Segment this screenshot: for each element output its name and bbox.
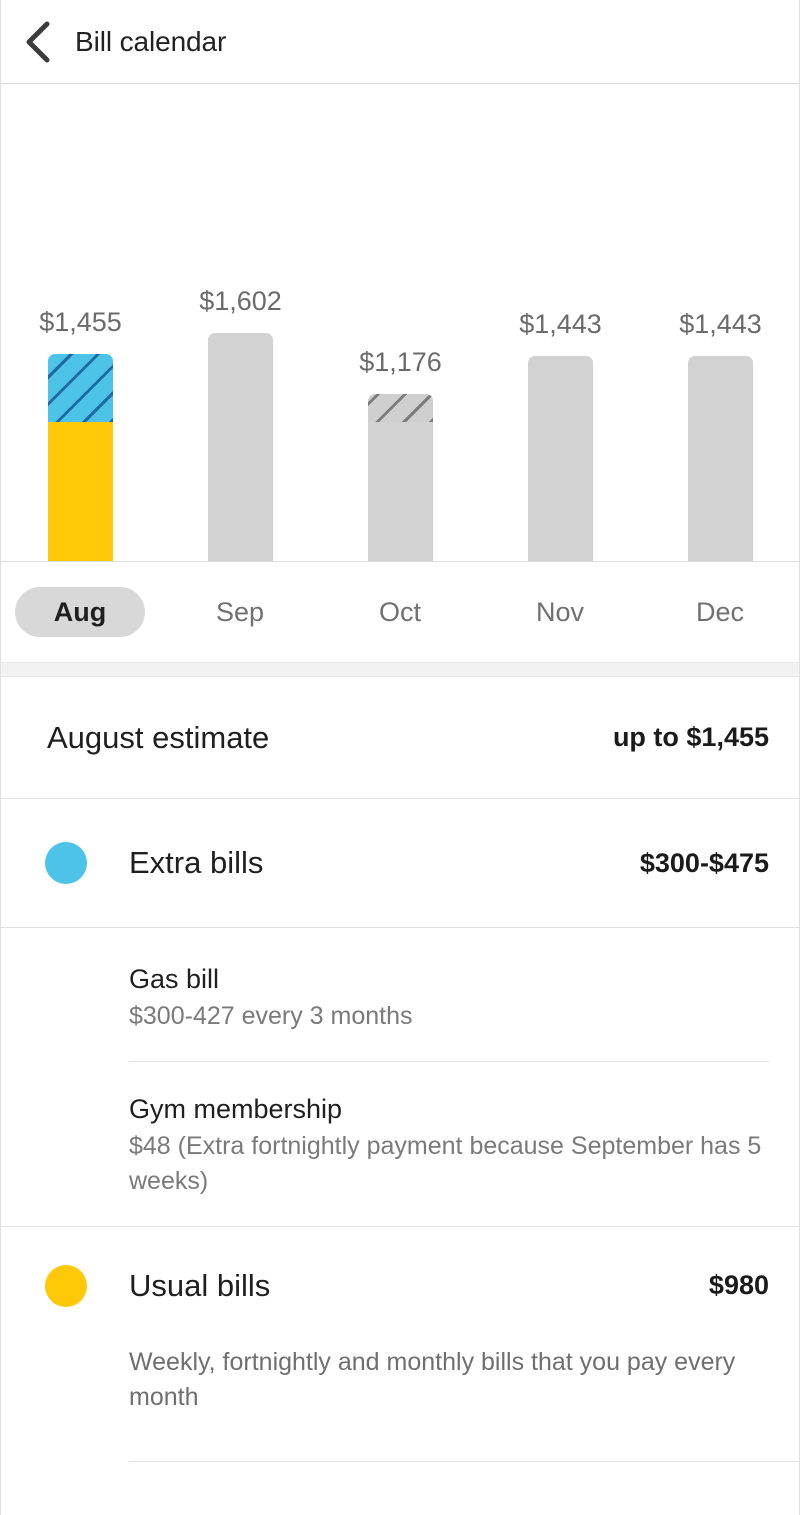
- extra-bills-list: Gas bill $300-427 every 3 months Gym membe…: [1, 928, 799, 1227]
- extra-bills-title: Extra bills: [129, 845, 264, 880]
- bar-oct[interactable]: [368, 394, 433, 561]
- usual-bills-amount: $980: [708, 1270, 769, 1301]
- bar-segment-usual-dec: [688, 356, 753, 561]
- usual-bills-title: Usual bills: [129, 1267, 271, 1303]
- bar-aug[interactable]: [48, 354, 113, 561]
- bill-name: Gas bill: [129, 964, 220, 994]
- month-tab-bar: Aug Sep Oct Nov Dec: [1, 562, 799, 661]
- app-header: Bill calendar: [1, 0, 799, 84]
- usual-bills-divider: [129, 1460, 799, 1462]
- chevron-left-icon: [23, 20, 53, 64]
- month-tab-dec[interactable]: Dec: [665, 587, 775, 637]
- bar-group-dec[interactable]: $1,443: [679, 83, 762, 561]
- bar-segment-usual-nov: [528, 356, 593, 561]
- bill-chart-card: $1,455 $1,602 $1,176 $1,443 $1,443 Aug Sep Oct…: [1, 84, 799, 662]
- month-tab-oct[interactable]: Oct: [345, 587, 455, 637]
- usual-bills-color-dot-icon: [45, 1264, 87, 1307]
- bar-sep[interactable]: [208, 333, 273, 561]
- usual-bills-block: Usual bills $980 Weekly, fortnightly and…: [1, 1226, 799, 1462]
- bar-group-aug[interactable]: $1,455: [39, 83, 122, 561]
- bar-value-label-dec: $1,443: [679, 309, 762, 339]
- bar-segment-usual-aug: [48, 422, 113, 561]
- list-item[interactable]: Gym membership $48 (Extra fortnightly pay…: [129, 1060, 769, 1200]
- bar-segment-usual-sep: [208, 333, 273, 561]
- back-button[interactable]: [1, 0, 75, 84]
- bar-group-oct[interactable]: $1,176: [359, 83, 442, 561]
- extra-bills-row[interactable]: Extra bills $300-$475: [1, 799, 799, 928]
- bill-name: Gym membership: [129, 1093, 343, 1124]
- usual-bills-description: Weekly, fortnightly and monthly bills th…: [129, 1347, 736, 1411]
- estimate-label: August estimate: [47, 719, 270, 755]
- month-tab-nov[interactable]: Nov: [505, 587, 615, 637]
- bar-value-label-aug: $1,455: [39, 307, 122, 337]
- bar-segment-usual-oct: [368, 422, 433, 561]
- bar-segment-extra-oct: [368, 394, 433, 422]
- bill-detail: $300-427 every 3 months: [129, 1002, 413, 1031]
- bar-value-label-oct: $1,176: [359, 347, 442, 377]
- bar-dec[interactable]: [688, 356, 753, 561]
- bar-value-label-nov: $1,443: [519, 309, 602, 339]
- estimate-row: August estimate up to $1,455: [1, 677, 799, 799]
- bar-group-nov[interactable]: $1,443: [519, 83, 602, 561]
- month-tab-aug[interactable]: Aug: [15, 587, 145, 637]
- bill-detail: $48 (Extra fortnightly payment because S…: [129, 1131, 762, 1196]
- extra-bills-color-dot-icon: [45, 842, 87, 884]
- page-title: Bill calendar: [75, 25, 227, 57]
- bill-calendar-screen: Bill calendar $1,455 $1,602 $1,176 $1,443 $1…: [0, 0, 800, 1515]
- bar-segment-extra-aug: [48, 354, 113, 422]
- bar-group-sep[interactable]: $1,602: [199, 83, 282, 561]
- bar-value-label-sep: $1,602: [199, 286, 282, 316]
- section-separator: [1, 662, 799, 677]
- usual-bills-row[interactable]: Usual bills $980: [1, 1227, 799, 1345]
- extra-bills-amount: $300-$475: [639, 847, 769, 878]
- list-item[interactable]: Gas bill $300-427 every 3 months: [129, 962, 769, 1035]
- bar-nov[interactable]: [528, 356, 593, 561]
- estimate-value: up to $1,455: [612, 722, 769, 752]
- bar-chart-plot: $1,455 $1,602 $1,176 $1,443 $1,443: [1, 84, 799, 562]
- month-tab-sep[interactable]: Sep: [185, 587, 295, 637]
